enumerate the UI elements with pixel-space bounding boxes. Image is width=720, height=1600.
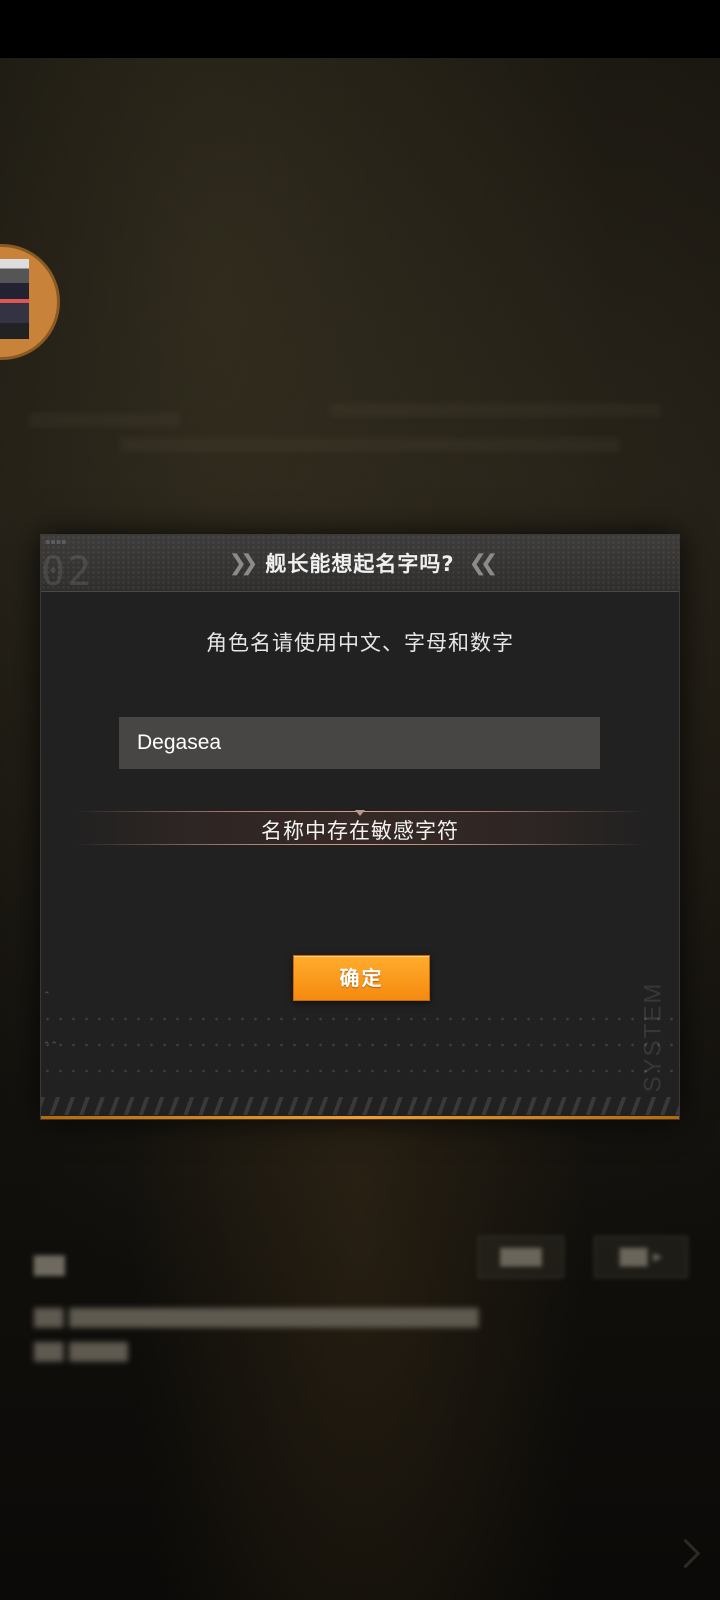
background-speaker-name: ▇▇ (34, 1252, 65, 1276)
background-blur-streak (330, 403, 660, 417)
hazard-stripes-decoration (41, 1097, 679, 1115)
background-blur-streak (30, 413, 180, 427)
dot-pattern-decoration (41, 1069, 679, 1073)
background-auto-button: ▇▇ ▸ (594, 1236, 688, 1278)
background-log-button: ▇▇▇ (478, 1236, 564, 1278)
error-banner: 名称中存在敏感字符 (75, 810, 645, 845)
error-banner-bottom-line (75, 844, 645, 845)
game-screen: ▇▇ ▇▇▇ ▇▇ ▸ ▇▇ ▇▇▇▇▇▇▇▇▇▇▇▇▇▇▇▇▇▇▇▇▇▇▇▇▇… (0, 0, 720, 1600)
dialog-header: ▪▪▪▪ 02 ❯❯ 舰长能想起名字吗? ❮❮ (41, 535, 679, 595)
chevron-left-icon: ❮❮ (468, 550, 499, 576)
dot-pattern-decoration (41, 1017, 679, 1021)
name-entry-dialog: ▪▪▪▪ 02 ❯❯ 舰长能想起名字吗? ❮❮ 角色名请使用中文、字母和数字 名… (40, 534, 680, 1120)
background-dialogue-text: ▇▇ ▇▇▇▇▇▇▇▇▇▇▇▇▇▇▇▇▇▇▇▇▇▇▇▇▇▇▇▇ ▇▇ ▇▇▇▇ (34, 1306, 479, 1362)
dialog-title-bar: ❯❯ 舰长能想起名字吗? ❮❮ (41, 535, 679, 591)
pixel-character-icon (0, 259, 29, 339)
confirm-button[interactable]: 确定 (293, 955, 430, 1001)
chevron-right-icon: ❯❯ (228, 550, 259, 576)
system-watermark: SYSTEM (639, 981, 667, 1093)
side-decoration-arrow: ⌃ (43, 991, 51, 1001)
dialog-title: 舰长能想起名字吗? (265, 552, 455, 576)
name-rules-text: 角色名请使用中文、字母和数字 (206, 631, 514, 655)
background-blur-streak (120, 438, 620, 452)
dialog-accent-line (41, 1116, 679, 1119)
dot-pattern-decoration (41, 1043, 679, 1047)
character-name-input[interactable] (119, 717, 600, 769)
error-message: 名称中存在敏感字符 (261, 819, 459, 843)
